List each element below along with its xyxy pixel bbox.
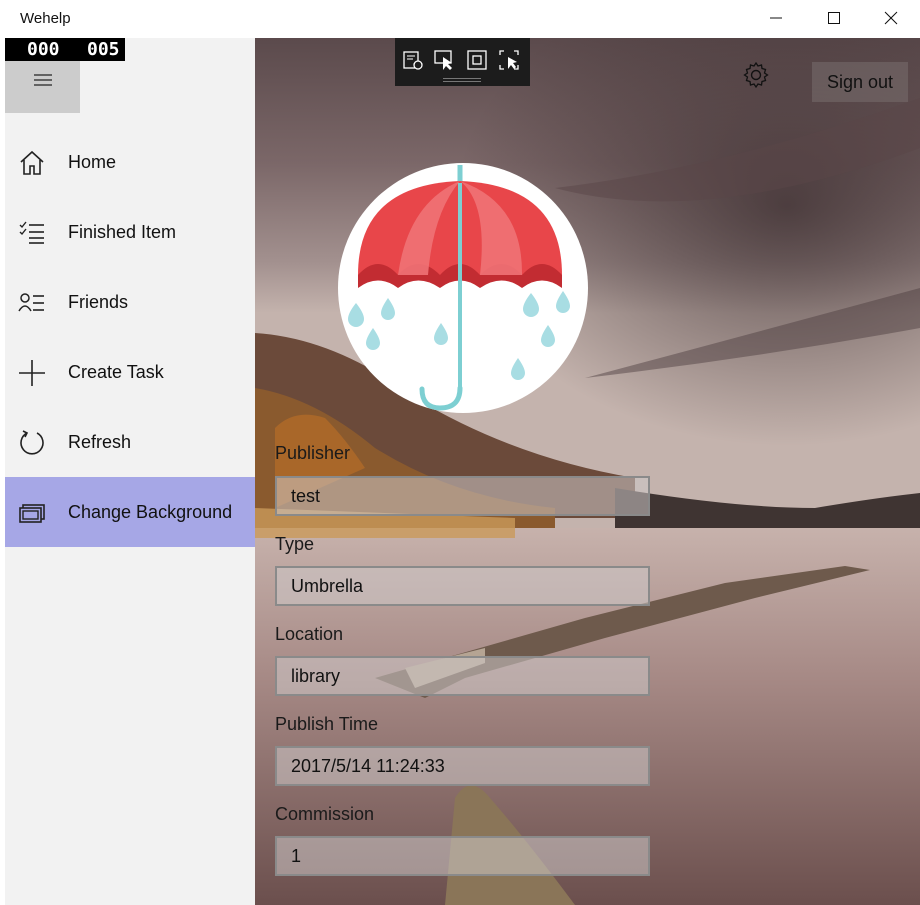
- nav-item-label: Home: [68, 152, 117, 172]
- hamburger-icon: [33, 74, 52, 86]
- nav-item-label: Finished Item: [68, 222, 177, 242]
- nav-item-label: Refresh: [68, 432, 132, 452]
- umbrella-avatar: [338, 163, 588, 413]
- navigation-pane: Home Finished Item Friends Create Task R…: [5, 38, 255, 905]
- cursor-select-icon[interactable]: [433, 48, 457, 72]
- close-button[interactable]: [862, 0, 920, 36]
- track-focus-icon[interactable]: [497, 48, 521, 72]
- nav-item-label: Create Task: [68, 362, 164, 382]
- publish-time-label: Publish Time: [275, 714, 379, 734]
- title-bar: Wehelp: [0, 0, 920, 38]
- window-title: Wehelp: [20, 10, 71, 27]
- frame-counter: 000 005: [5, 38, 125, 61]
- nav-item-label: Change Background: [68, 502, 233, 522]
- type-label: Type: [275, 534, 315, 554]
- maximize-icon: [828, 12, 840, 24]
- nav-item-finished-item[interactable]: Finished Item: [5, 197, 255, 267]
- publish-time-field[interactable]: 2017/5/14 11:24:33: [275, 746, 650, 786]
- sign-out-button[interactable]: Sign out: [812, 62, 908, 102]
- umbrella-icon: [348, 165, 570, 411]
- people-list-icon: [18, 289, 46, 317]
- commission-label: Commission: [275, 804, 375, 824]
- checklist-icon: [18, 219, 46, 247]
- counter-right: 005: [87, 39, 120, 60]
- maximize-button[interactable]: [805, 0, 863, 36]
- refresh-icon: [18, 429, 46, 457]
- main-content: Sign out Publisher test Type Umbrella Lo…: [255, 38, 920, 905]
- publisher-field[interactable]: test: [275, 476, 650, 516]
- counter-left: 000: [27, 39, 60, 60]
- minimize-icon: [770, 17, 782, 19]
- home-icon: [18, 149, 46, 177]
- nav-item-create-task[interactable]: Create Task: [5, 337, 255, 407]
- commission-field[interactable]: 1: [275, 836, 650, 876]
- nav-item-friends[interactable]: Friends: [5, 267, 255, 337]
- slideshow-icon: [18, 499, 46, 527]
- close-icon: [884, 11, 898, 25]
- plus-icon: [18, 359, 46, 387]
- select-element-icon[interactable]: [401, 48, 425, 72]
- type-field[interactable]: Umbrella: [275, 566, 650, 606]
- nav-item-home[interactable]: Home: [5, 127, 255, 197]
- nav-item-label: Friends: [68, 292, 129, 312]
- nav-item-refresh[interactable]: Refresh: [5, 407, 255, 477]
- location-label: Location: [275, 624, 344, 644]
- nav-item-change-background[interactable]: Change Background: [5, 477, 255, 547]
- settings-gear-icon[interactable]: [742, 61, 770, 89]
- layout-bounds-icon[interactable]: [465, 48, 489, 72]
- toolbar-grip[interactable]: [443, 78, 481, 82]
- location-field[interactable]: library: [275, 656, 650, 696]
- minimize-button[interactable]: [747, 0, 805, 36]
- publisher-label: Publisher: [275, 443, 351, 463]
- debug-toolbar: [395, 38, 530, 86]
